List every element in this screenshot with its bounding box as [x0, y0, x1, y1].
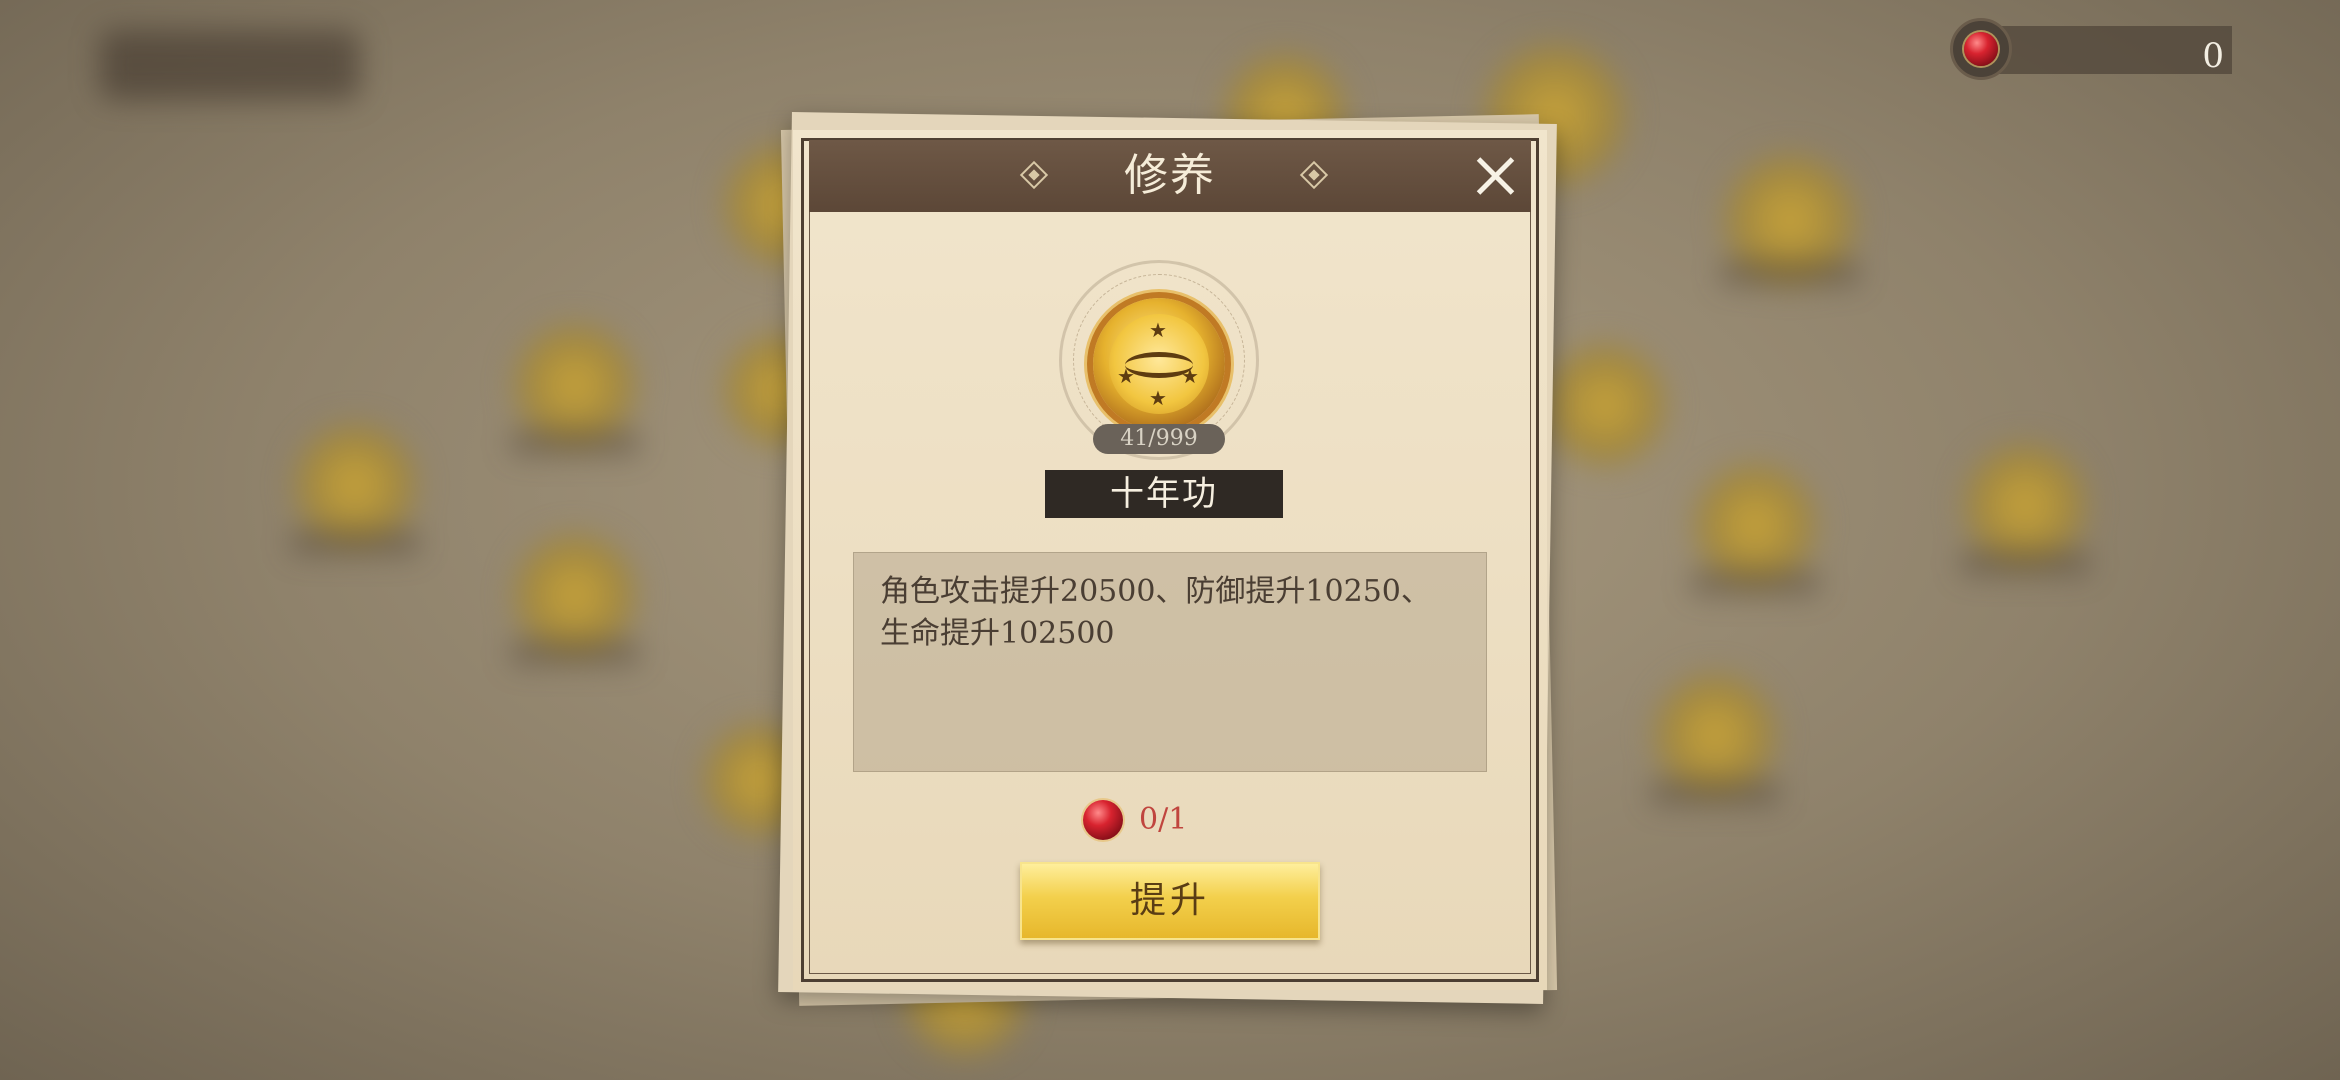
star-icon: ★ — [1149, 318, 1167, 342]
red-gem-icon — [1964, 32, 1998, 66]
eye-medal-icon: ★ ★ ★ ★ — [1093, 298, 1225, 430]
star-icon: ★ — [1149, 386, 1167, 410]
dialog-title: 修养 — [1124, 150, 1216, 201]
dialog-header: 修养 — [809, 140, 1531, 212]
close-icon[interactable] — [1471, 152, 1519, 200]
cost-text: 0/1 — [1139, 802, 1188, 837]
skill-description: 角色攻击提升20500、防御提升10250、生命提升102500 — [853, 552, 1487, 772]
star-icon: ★ — [1117, 364, 1135, 388]
upgrade-dialog: 修养 ★ ★ ★ ★ 41/999 十年功 角色攻击提升20500、防御提升10… — [793, 130, 1547, 990]
skill-name: 十年功 — [1045, 470, 1283, 518]
star-icon: ★ — [1181, 364, 1199, 388]
currency-bar: 0 — [1980, 26, 2232, 76]
currency-value: 0 — [2202, 36, 2224, 76]
currency-display: 0 — [1950, 18, 2232, 80]
red-gem-icon — [1083, 800, 1123, 840]
currency-icon-frame — [1950, 18, 2012, 80]
skill-progress: 41/999 — [1093, 424, 1225, 454]
upgrade-button[interactable]: 提升 — [1020, 862, 1320, 940]
